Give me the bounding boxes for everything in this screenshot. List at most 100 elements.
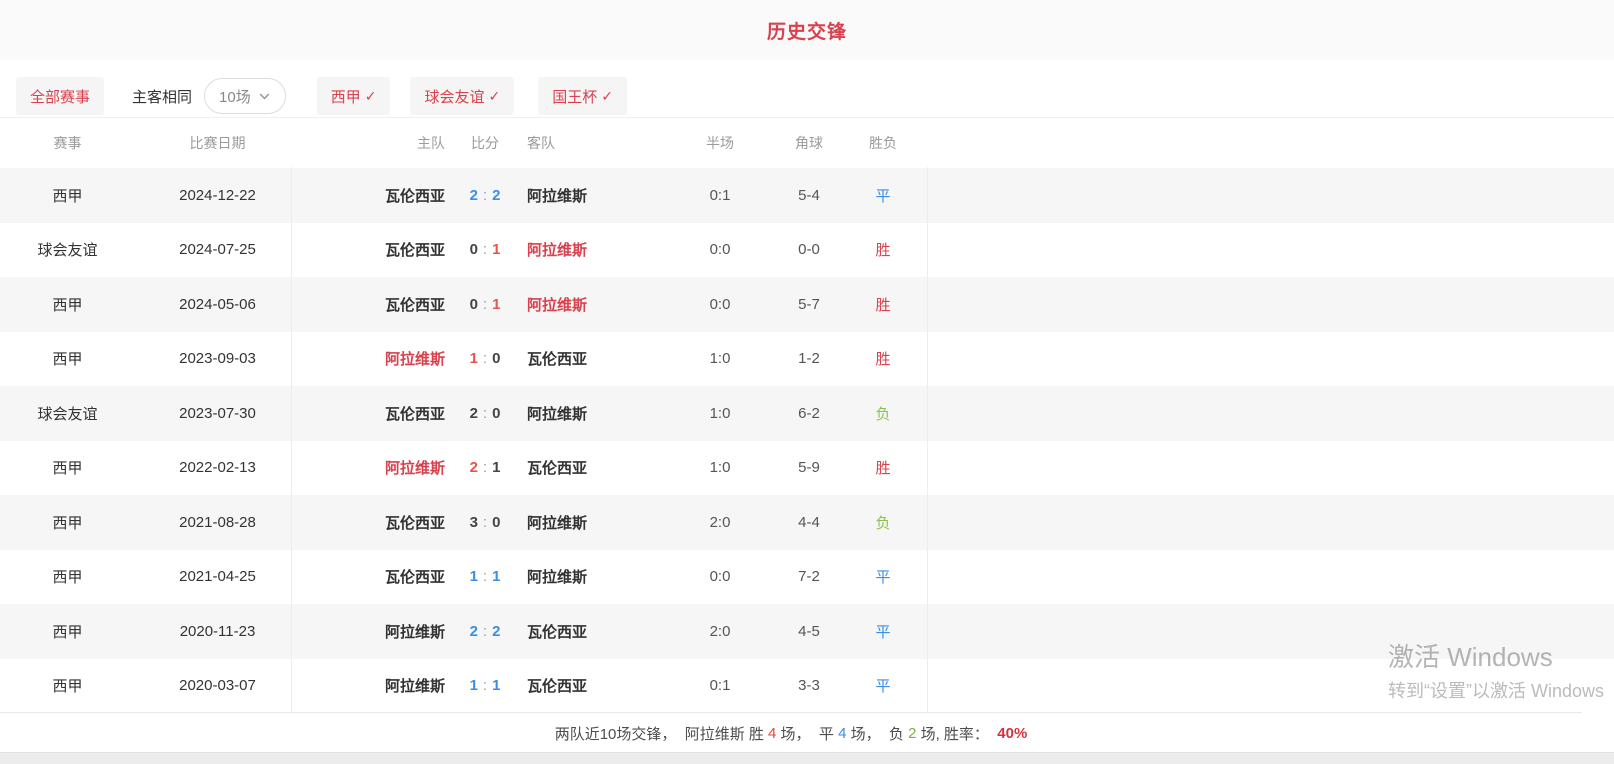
cell-away-team: 瓦伦西亚 [525,675,660,696]
cell-halftime: 2:0 [660,514,780,531]
cell-result: 平 [838,566,928,587]
h2h-summary: 两队近10场交锋， 阿拉维斯 胜 4 场， 平 4 场， 负 2 场, 胜率： … [0,712,1582,753]
cell-competition: 西甲 [0,512,135,533]
filter-all-competitions[interactable]: 全部赛事 [16,77,104,115]
cell-home-team: 瓦伦西亚 [300,294,445,315]
summary-segment: 4 [768,725,776,742]
filter-competition-laliga[interactable]: 西甲 ✓ [317,77,391,115]
cell-date: 2022-02-13 [135,459,300,476]
cell-result: 平 [838,675,928,696]
col-header-date: 比赛日期 [135,133,300,153]
table-row[interactable]: 西甲2020-03-07阿拉维斯1:1瓦伦西亚0:13-3平 [0,659,1614,714]
cell-score: 0:1 [445,296,525,313]
cell-corners: 5-7 [780,296,838,313]
home-score: 2 [470,623,478,640]
cell-competition: 球会友谊 [0,403,135,424]
filter-bar: 全部赛事 主客相同 10场 西甲 ✓ 球会友谊 ✓ 国王杯 ✓ [0,60,1614,117]
cell-corners: 3-3 [780,677,838,694]
home-score: 2 [470,187,478,204]
cell-away-team: 阿拉维斯 [525,403,660,424]
filter-competition-friendly[interactable]: 球会友谊 ✓ [410,77,514,115]
col-header-competition: 赛事 [0,133,135,153]
home-team-name: 阿拉维斯 [385,678,445,695]
cell-competition: 西甲 [0,675,135,696]
cell-result: 胜 [838,239,928,260]
cell-score: 1:0 [445,350,525,367]
cell-home-team: 阿拉维斯 [300,457,445,478]
cell-date: 2020-11-23 [135,623,300,640]
cell-competition: 西甲 [0,566,135,587]
checkmark-icon: ✓ [601,88,613,105]
summary-segment: 4 [838,725,846,742]
table-row[interactable]: 球会友谊2024-07-25瓦伦西亚0:1阿拉维斯0:00-0胜 [0,223,1614,278]
cell-home-team: 阿拉维斯 [300,621,445,642]
table-row[interactable]: 西甲2024-12-22瓦伦西亚2:2阿拉维斯0:15-4平 [0,168,1614,223]
home-team-name: 阿拉维斯 [385,460,445,477]
cell-home-team: 阿拉维斯 [300,348,445,369]
cell-result: 负 [838,403,928,424]
away-team-name: 阿拉维斯 [527,297,587,314]
page-bottom-edge [0,752,1614,764]
summary-segment: 场， 平 [776,723,838,744]
table-row[interactable]: 西甲2020-11-23阿拉维斯2:2瓦伦西亚2:04-5平 [0,604,1614,659]
col-header-score: 比分 [445,133,525,153]
filter-competition-label: 西甲 [331,86,361,107]
cell-date: 2023-07-30 [135,405,300,422]
cell-result: 平 [838,621,928,642]
col-header-home: 主队 [300,133,445,153]
table-row[interactable]: 球会友谊2023-07-30瓦伦西亚2:0阿拉维斯1:06-2负 [0,386,1614,441]
away-team-name: 瓦伦西亚 [527,460,587,477]
home-score: 2 [470,459,478,476]
cell-halftime: 0:0 [660,296,780,313]
cell-result: 胜 [838,348,928,369]
cell-score: 0:1 [445,241,525,258]
match-count-dropdown[interactable]: 10场 [204,78,286,114]
cell-halftime: 1:0 [660,405,780,422]
away-score: 1 [492,296,500,313]
cell-result: 平 [838,185,928,206]
cell-halftime: 0:0 [660,568,780,585]
table-row[interactable]: 西甲2023-09-03阿拉维斯1:0瓦伦西亚1:01-2胜 [0,332,1614,387]
score-colon: : [478,677,492,694]
summary-segment: 场， 负 [846,723,908,744]
table-row[interactable]: 西甲2022-02-13阿拉维斯2:1瓦伦西亚1:05-9胜 [0,441,1614,496]
away-team-name: 阿拉维斯 [527,406,587,423]
table-row[interactable]: 西甲2021-08-28瓦伦西亚3:0阿拉维斯2:04-4负 [0,495,1614,550]
cell-competition: 球会友谊 [0,239,135,260]
filter-competition-copa[interactable]: 国王杯 ✓ [538,77,627,115]
score-colon: : [478,296,492,313]
cell-corners: 5-9 [780,459,838,476]
cell-competition: 西甲 [0,348,135,369]
away-score: 1 [492,568,500,585]
cell-date: 2024-12-22 [135,187,300,204]
column-divider [291,167,292,712]
cell-competition: 西甲 [0,457,135,478]
cell-away-team: 阿拉维斯 [525,294,660,315]
filter-same-venue[interactable]: 主客相同 [132,77,192,115]
home-team-name: 瓦伦西亚 [385,242,445,259]
table-header-row: 赛事 比赛日期 主队 比分 客队 半场 角球 胜负 [0,117,1614,168]
home-team-name: 阿拉维斯 [385,624,445,641]
cell-away-team: 阿拉维斯 [525,185,660,206]
cell-halftime: 0:0 [660,241,780,258]
filter-competition-label: 球会友谊 [424,86,484,107]
filter-competition-label: 国王杯 [552,86,597,107]
cell-competition: 西甲 [0,294,135,315]
cell-away-team: 瓦伦西亚 [525,348,660,369]
col-header-corners: 角球 [780,133,838,153]
score-colon: : [478,187,492,204]
away-team-name: 阿拉维斯 [527,515,587,532]
cell-home-team: 瓦伦西亚 [300,512,445,533]
col-header-halftime: 半场 [660,133,780,153]
home-score: 1 [470,568,478,585]
home-score: 0 [470,296,478,313]
home-score: 0 [470,241,478,258]
cell-competition: 西甲 [0,621,135,642]
cell-away-team: 阿拉维斯 [525,239,660,260]
table-row[interactable]: 西甲2024-05-06瓦伦西亚0:1阿拉维斯0:05-7胜 [0,277,1614,332]
away-team-name: 阿拉维斯 [527,242,587,259]
col-header-away: 客队 [525,133,660,153]
cell-corners: 0-0 [780,241,838,258]
table-row[interactable]: 西甲2021-04-25瓦伦西亚1:1阿拉维斯0:07-2平 [0,550,1614,605]
cell-date: 2020-03-07 [135,677,300,694]
